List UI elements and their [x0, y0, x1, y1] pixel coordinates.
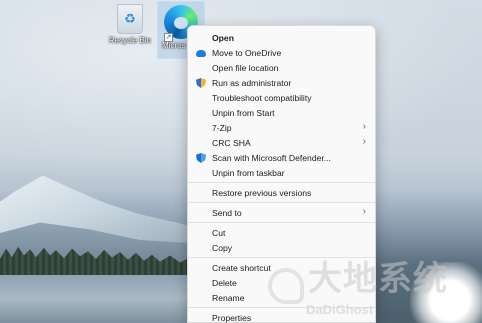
wallpaper-lake [0, 275, 200, 323]
menu-item-label: 7-Zip [212, 122, 232, 133]
menu-item-send-to[interactable]: Send to › [188, 205, 375, 220]
menu-item-label: Open [212, 32, 234, 43]
menu-item-label: Send to [212, 207, 242, 218]
watermark-text: 大地系统 [308, 259, 448, 299]
menu-item-label: Delete [212, 277, 237, 288]
desktop-icon-label: Recycle Bin [108, 36, 152, 45]
menu-separator [188, 257, 375, 258]
menu-item-copy[interactable]: Copy [188, 240, 375, 255]
menu-item-crc-sha[interactable]: CRC SHA › [188, 135, 375, 150]
menu-item-scan-with-defender[interactable]: Scan with Microsoft Defender... [188, 150, 375, 165]
chevron-right-icon: › [362, 206, 366, 217]
menu-item-move-to-onedrive[interactable]: Move to OneDrive [188, 45, 375, 60]
chevron-right-icon: › [362, 136, 366, 147]
menu-item-unpin-from-taskbar[interactable]: Unpin from taskbar [188, 165, 375, 180]
recycle-bin-icon: ♻ [117, 4, 143, 34]
menu-item-label: Rename [212, 292, 245, 303]
menu-item-label: Open file location [212, 62, 279, 73]
menu-item-label: Cut [212, 227, 226, 238]
shortcut-arrow-icon: ↗ [164, 33, 173, 42]
menu-item-label: CRC SHA [212, 137, 251, 148]
menu-item-label: Run as administrator [212, 77, 292, 88]
menu-item-7zip[interactable]: 7-Zip › [188, 120, 375, 135]
menu-item-open-file-location[interactable]: Open file location [188, 60, 375, 75]
menu-item-cut[interactable]: Cut [188, 225, 375, 240]
menu-item-label: Create shortcut [212, 262, 271, 273]
menu-item-run-as-administrator[interactable]: Run as administrator [188, 75, 375, 90]
menu-item-troubleshoot-compatibility[interactable]: Troubleshoot compatibility [188, 90, 375, 105]
uac-shield-icon [196, 78, 206, 88]
menu-item-label: Restore previous versions [212, 187, 312, 198]
watermark-logo [268, 268, 304, 304]
menu-item-restore-previous-versions[interactable]: Restore previous versions [188, 185, 375, 200]
menu-item-label: Scan with Microsoft Defender... [212, 152, 331, 163]
defender-shield-icon [196, 153, 206, 163]
menu-item-label: Troubleshoot compatibility [212, 92, 312, 103]
desktop-icon-recycle-bin[interactable]: ♻ Recycle Bin [105, 4, 155, 45]
menu-item-label: Properties [212, 312, 252, 323]
menu-item-label: Move to OneDrive [212, 47, 282, 58]
menu-item-label: Unpin from taskbar [212, 167, 285, 178]
menu-item-open[interactable]: Open [188, 30, 375, 45]
menu-item-label: Copy [212, 242, 233, 253]
menu-item-unpin-from-start[interactable]: Unpin from Start [188, 105, 375, 120]
menu-separator [188, 222, 375, 223]
menu-item-label: Unpin from Start [212, 107, 275, 118]
menu-separator [188, 182, 375, 183]
menu-separator [188, 202, 375, 203]
chevron-right-icon: › [362, 121, 366, 132]
onedrive-cloud-icon [196, 50, 206, 57]
watermark-subtext: DaDiGhost [306, 302, 374, 317]
